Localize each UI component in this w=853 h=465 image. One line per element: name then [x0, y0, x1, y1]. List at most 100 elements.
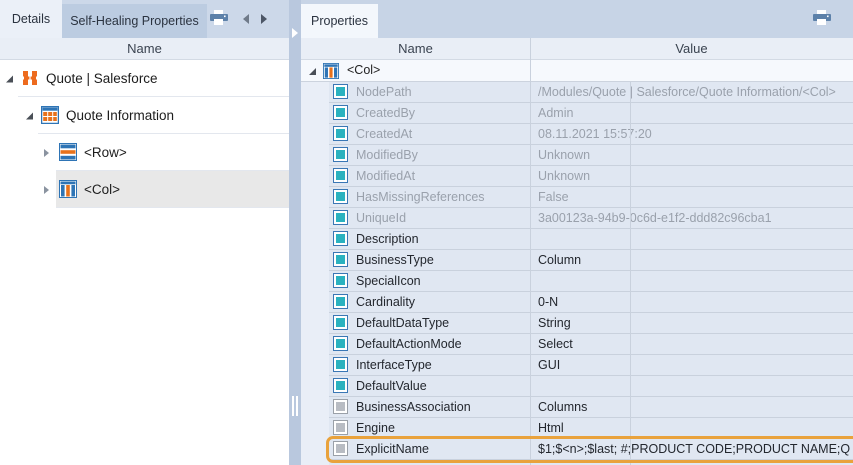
- property-value[interactable]: Select: [538, 337, 852, 351]
- property-row[interactable]: ModifiedAtUnknown: [329, 166, 853, 187]
- property-name: Description: [356, 232, 526, 246]
- property-icon: [333, 84, 348, 99]
- row-icon: [59, 143, 77, 161]
- root-object-row[interactable]: <Col>: [301, 60, 853, 82]
- module-icon: [21, 69, 39, 87]
- property-row[interactable]: BusinessTypeColumn: [329, 250, 853, 271]
- property-name: InterfaceType: [356, 358, 526, 372]
- tree-item-cell[interactable]: Quote Information: [38, 97, 289, 134]
- splitter-expand-icon[interactable]: [292, 28, 298, 38]
- property-row[interactable]: DefaultActionMode Select: [329, 334, 853, 355]
- tree-item-label: <Row>: [84, 145, 127, 160]
- tree-item-cell[interactable]: Quote | Salesforce: [18, 60, 289, 97]
- property-value[interactable]: GUI: [538, 358, 852, 372]
- property-name: ModifiedBy: [356, 148, 526, 162]
- property-row[interactable]: HasMissingReferencesFalse: [329, 187, 853, 208]
- expander-expanded-icon[interactable]: [26, 112, 33, 119]
- property-row[interactable]: Engine Html: [329, 418, 853, 439]
- property-value[interactable]: 08.11.2021 15:57:20: [538, 127, 852, 141]
- property-icon: [333, 126, 348, 141]
- splitter-grip: [292, 396, 294, 416]
- expander-collapsed-icon[interactable]: [44, 186, 49, 194]
- property-row[interactable]: CreatedByAdmin: [329, 103, 853, 124]
- property-name: Engine: [356, 421, 526, 435]
- property-row[interactable]: BusinessAssociationColumns: [329, 397, 853, 418]
- property-value[interactable]: Unknown: [538, 169, 852, 183]
- property-name: DefaultValue: [356, 379, 526, 393]
- module-tree: Quote | Salesforce Quote Information <Row>…: [0, 60, 289, 465]
- col-icon: [323, 63, 339, 79]
- tree-item-label: Quote | Salesforce: [46, 71, 158, 86]
- property-row[interactable]: UniqueId 3a00123a-94b9-0c6d-e1f2-ddd82c96…: [329, 208, 853, 229]
- property-icon: [333, 294, 348, 309]
- tree-item[interactable]: Quote Information: [0, 97, 289, 134]
- property-value[interactable]: /Modules/Quote | Salesforce/Quote Inform…: [538, 85, 852, 99]
- property-name: NodePath: [356, 85, 526, 99]
- expander-collapsed-icon[interactable]: [44, 149, 49, 157]
- property-row[interactable]: DefaultDataType String: [329, 313, 853, 334]
- property-value[interactable]: False: [538, 190, 852, 204]
- property-value[interactable]: String: [538, 316, 852, 330]
- property-row[interactable]: Cardinality 0-N: [329, 292, 853, 313]
- chevron-left-icon[interactable]: [243, 14, 249, 24]
- property-value[interactable]: Unknown: [538, 148, 852, 162]
- tree-item[interactable]: Quote | Salesforce: [0, 60, 289, 97]
- tree-column-header-name[interactable]: Name: [0, 38, 289, 60]
- property-muted-icon: [333, 399, 348, 414]
- property-value[interactable]: $1;$<n>;$last; #;PRODUCT CODE;PRODUCT NA…: [538, 442, 852, 456]
- property-muted-icon: [333, 441, 348, 456]
- property-row[interactable]: SpecialIcon: [329, 271, 853, 292]
- property-name: DefaultDataType: [356, 316, 526, 330]
- property-name: SpecialIcon: [356, 274, 526, 288]
- property-row[interactable]: Description: [329, 229, 853, 250]
- property-value[interactable]: Html: [538, 421, 852, 435]
- property-icon: [333, 231, 348, 246]
- table-icon: [41, 106, 59, 124]
- tree-item-cell[interactable]: <Row>: [56, 134, 289, 171]
- modules-panel: Details Self-Healing Properties Name Quo…: [0, 0, 289, 465]
- cell-divider: [630, 82, 631, 465]
- property-row[interactable]: InterfaceType GUI: [329, 355, 853, 376]
- property-icon: [333, 105, 348, 120]
- property-name: UniqueId: [356, 211, 526, 225]
- tree-item[interactable]: <Row>: [0, 134, 289, 171]
- property-row[interactable]: DefaultValue: [329, 376, 853, 397]
- tab-properties[interactable]: Properties: [301, 4, 378, 38]
- tree-item[interactable]: <Col>: [0, 171, 289, 208]
- property-icon: [333, 336, 348, 351]
- property-value[interactable]: 3a00123a-94b9-0c6d-e1f2-ddd82c96cba1: [538, 211, 852, 225]
- property-name: DefaultActionMode: [356, 337, 526, 351]
- property-row[interactable]: CreatedAt08.11.2021 15:57:20: [329, 124, 853, 145]
- property-icon: [333, 210, 348, 225]
- app-window: Details Self-Healing Properties Name Quo…: [0, 0, 853, 465]
- panel-splitter[interactable]: [289, 0, 301, 465]
- chevron-right-icon[interactable]: [261, 14, 267, 24]
- right-tab-strip: Properties: [301, 0, 853, 38]
- property-value[interactable]: Admin: [538, 106, 852, 120]
- expander-expanded-icon[interactable]: [6, 75, 13, 82]
- tab-details[interactable]: Details: [0, 0, 62, 38]
- indent-strip: [301, 60, 329, 465]
- property-row[interactable]: ModifiedBy Unknown: [329, 145, 853, 166]
- property-value[interactable]: Columns: [538, 400, 852, 414]
- splitter-grip: [296, 396, 298, 416]
- tree-item-cell[interactable]: <Col>: [56, 171, 289, 208]
- column-header-name[interactable]: Name: [301, 38, 530, 59]
- property-value[interactable]: 0-N: [538, 295, 852, 309]
- property-row[interactable]: ExplicitName$1;$<n>;$last; #;PRODUCT COD…: [329, 439, 853, 460]
- column-header-value[interactable]: Value: [530, 38, 853, 59]
- property-row[interactable]: NodePath/Modules/Quote | Salesforce/Quot…: [329, 82, 853, 103]
- property-name: Cardinality: [356, 295, 526, 309]
- printer-icon[interactable]: [812, 10, 832, 27]
- root-object-label: <Col>: [347, 63, 380, 77]
- tree-item-label: Quote Information: [66, 108, 174, 123]
- tab-self-healing-properties[interactable]: Self-Healing Properties: [62, 4, 207, 38]
- property-value[interactable]: Column: [538, 253, 852, 267]
- property-icon: [333, 273, 348, 288]
- expander-expanded-icon[interactable]: [309, 68, 316, 75]
- properties-grid: <Col> NodePath/Modules/Quote | Salesforc…: [301, 60, 853, 465]
- property-icon: [333, 189, 348, 204]
- printer-icon[interactable]: [209, 10, 229, 27]
- property-icon: [333, 252, 348, 267]
- column-divider[interactable]: [530, 38, 531, 465]
